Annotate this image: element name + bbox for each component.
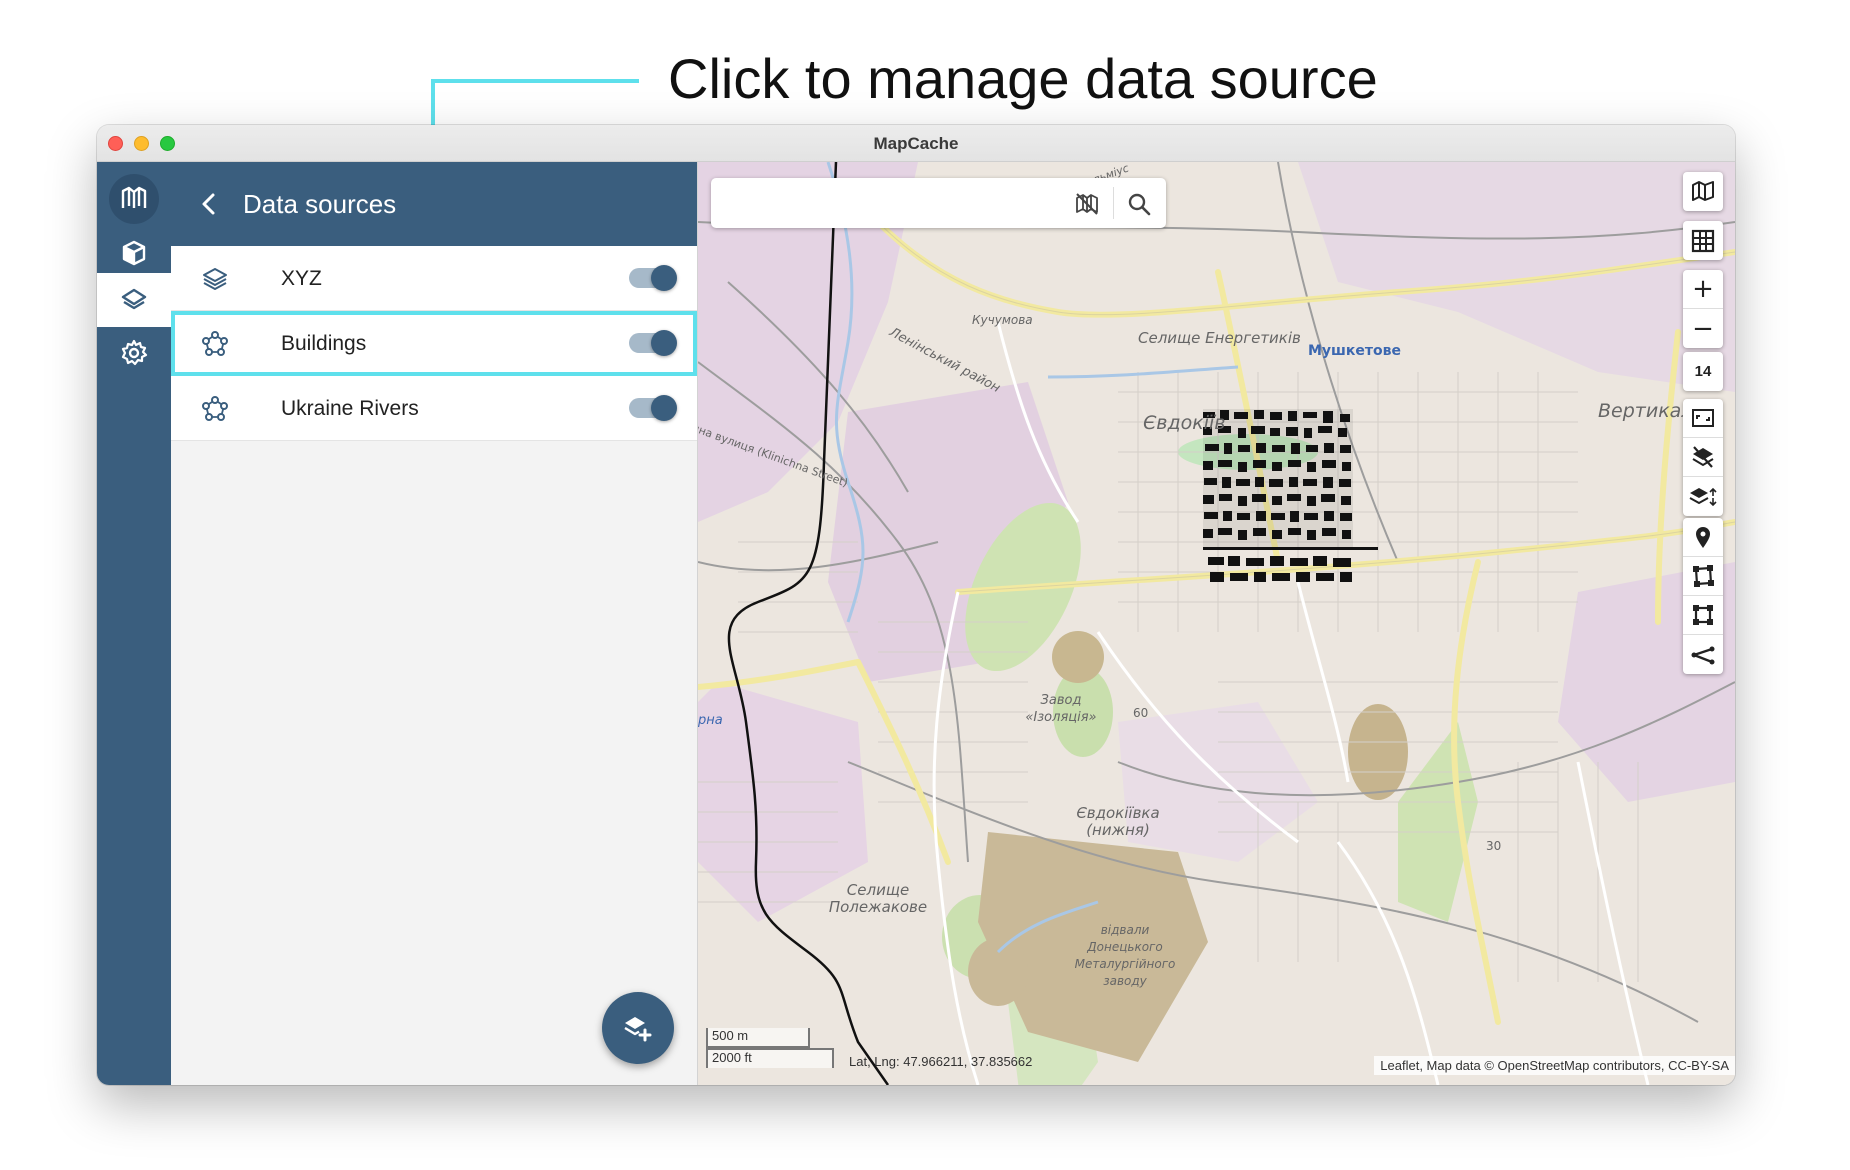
data-source-list: XYZ Buildings Ukraine Rivers [171, 246, 697, 441]
app-logo-icon[interactable] [109, 174, 159, 224]
marker-icon [1696, 527, 1710, 548]
map-place-label: Євдокіївка (нижня) [1076, 804, 1160, 839]
zoom-level-control: 14 [1683, 352, 1723, 391]
map-attribution[interactable]: Leaflet, Map data © OpenStreetMap contri… [1374, 1056, 1735, 1075]
map-place-label: Селище Енергетиків [1138, 329, 1301, 347]
draw-rectangle-button[interactable] [1683, 596, 1723, 635]
coordinate-readout: Lat, Lng: 47.966211, 37.835662 [849, 1054, 1033, 1069]
grid-overlay-button[interactable] [1683, 221, 1723, 260]
search-button[interactable] [1125, 190, 1153, 218]
callout-text: Click to manage data source [668, 47, 1378, 110]
search-separator [1113, 187, 1114, 219]
map-place-label: відвали Донецького Металургійного заводу [1074, 923, 1176, 988]
map-height-label: 60 [1133, 706, 1149, 720]
polygon-icon [1693, 565, 1714, 587]
data-sources-panel: Data sources XYZ Buildings Ukraine River… [171, 162, 698, 1085]
map-place-label: Вертикал [1598, 400, 1694, 422]
draw-marker-button[interactable] [1683, 518, 1723, 557]
panel-title: Data sources [243, 189, 397, 219]
nav-data-sources-button[interactable] [97, 273, 171, 327]
data-source-label: XYZ [281, 267, 322, 290]
app-window: MapCache Data sources XYZ Buildings Ukra… [97, 125, 1735, 1085]
data-source-toggle[interactable] [629, 265, 677, 291]
layers-icon [203, 268, 227, 290]
zoom-in-button[interactable]: + [1683, 270, 1723, 309]
layer-plus-icon [624, 1017, 652, 1042]
clear-results-button[interactable] [1073, 190, 1101, 218]
search-icon [1128, 193, 1151, 216]
map-place-label: Завод «Ізоляція» [1025, 693, 1097, 725]
scale-bar-metric: 500 m [706, 1028, 810, 1048]
map-off-icon [1076, 193, 1098, 215]
draw-polygon-button[interactable] [1683, 557, 1723, 596]
feature-icon [202, 396, 228, 421]
map-height-label: 30 [1486, 839, 1502, 853]
zoom-to-extent-button[interactable] [1683, 399, 1723, 438]
zoom-level-indicator: 14 [1683, 352, 1723, 391]
draw-line-button[interactable] [1683, 635, 1723, 674]
data-source-row-buildings[interactable]: Buildings [171, 311, 697, 376]
scale-bar-imperial: 2000 ft [706, 1048, 834, 1068]
data-source-toggle[interactable] [629, 395, 677, 421]
map-water-label: рна [698, 713, 723, 728]
layers-off-icon [1692, 446, 1714, 468]
feature-icon [202, 331, 228, 356]
data-source-row-xyz[interactable]: XYZ [171, 246, 697, 311]
rectangle-icon [1693, 605, 1713, 625]
data-source-label: Ukraine Rivers [281, 397, 419, 420]
polyline-icon [1691, 646, 1715, 664]
minus-icon: − [1692, 313, 1714, 344]
data-source-row-ukraine-rivers[interactable]: Ukraine Rivers [171, 376, 697, 441]
toggle-knob [651, 395, 677, 421]
extent-icon [1692, 409, 1714, 427]
map-search-input[interactable] [725, 190, 1055, 216]
nav-settings-button[interactable] [97, 326, 171, 380]
gear-icon [121, 339, 148, 366]
map-place-label: Євдокіїв [1143, 412, 1226, 434]
map-place-label: Селище Полежакове [828, 881, 928, 916]
add-data-source-button[interactable] [602, 992, 674, 1064]
map-search-bar [711, 178, 1166, 228]
zoom-control: + − [1683, 270, 1723, 348]
map-place-label: Мушкетове [1308, 343, 1402, 359]
panel-header: Data sources [171, 162, 697, 246]
data-source-toggle[interactable] [629, 330, 677, 356]
map-view[interactable]: Селище Енергетиків Мушкетове Євдокіїв Ве… [698, 162, 1735, 1085]
zoom-out-button[interactable]: − [1683, 309, 1723, 348]
data-source-label: Buildings [281, 332, 367, 355]
nav-projects-button[interactable] [97, 226, 171, 280]
map-place-label: Кучумова [972, 313, 1033, 327]
chevron-left-icon [202, 193, 215, 215]
map-icon [1692, 180, 1714, 201]
map-tiles [698, 162, 1735, 1085]
zoom-level-value: 14 [1694, 363, 1712, 380]
title-bar: MapCache [97, 125, 1735, 162]
layer-tools-control [1683, 399, 1723, 516]
toggle-knob [651, 330, 677, 356]
nav-rail [97, 162, 171, 1085]
hide-layers-button[interactable] [1683, 438, 1723, 477]
screenshot-stage: Click to manage data source MapCache Dat… [0, 0, 1850, 1170]
draw-tools-control [1683, 518, 1723, 674]
cube-icon [122, 240, 146, 266]
basemap-button[interactable] [1683, 172, 1723, 211]
toggle-knob [651, 265, 677, 291]
grid-control [1683, 221, 1723, 260]
plus-icon: + [1692, 274, 1714, 304]
back-button[interactable] [193, 188, 225, 220]
window-title: MapCache [873, 134, 959, 153]
reorder-layers-button[interactable] [1683, 477, 1723, 516]
basemap-control [1683, 172, 1723, 211]
callout-connector [433, 79, 639, 83]
grid-icon [1691, 229, 1715, 252]
layers-icon [121, 288, 147, 310]
layers-sort-icon [1689, 487, 1717, 506]
